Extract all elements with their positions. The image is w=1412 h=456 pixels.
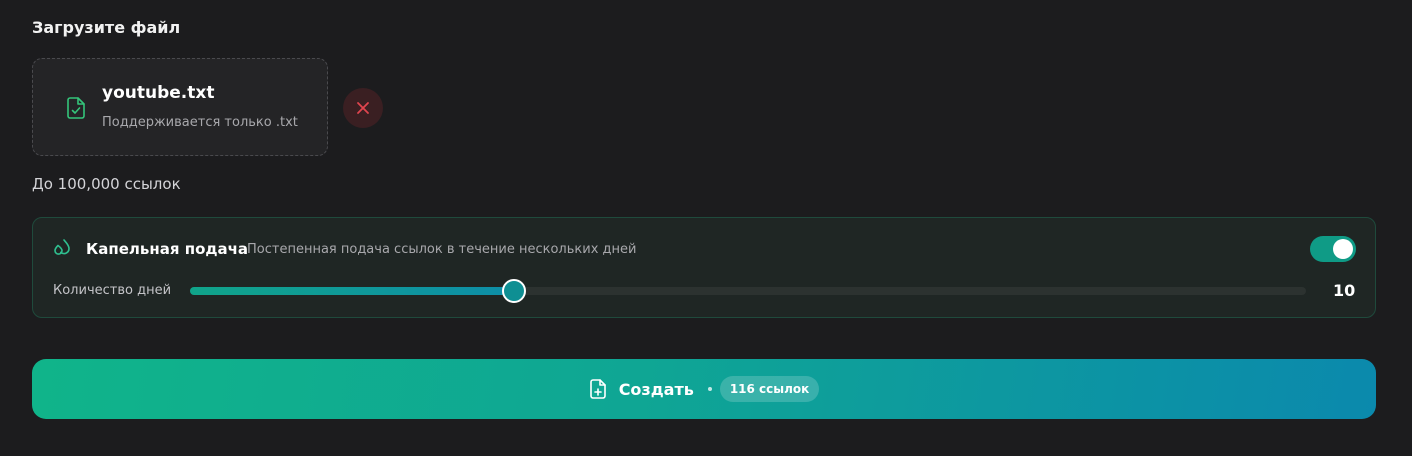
file-plus-icon bbox=[589, 379, 606, 399]
file-check-icon bbox=[67, 97, 85, 119]
days-label: Количество дней bbox=[53, 283, 172, 298]
page: Загрузите файл youtube.txt Поддерживаетс… bbox=[0, 0, 1412, 456]
drip-feed-description: Постепенная подача ссылок в течение неск… bbox=[247, 242, 637, 257]
file-format-hint: Поддерживается только .txt bbox=[102, 115, 298, 130]
close-icon bbox=[357, 102, 369, 114]
days-slider-fill bbox=[190, 287, 514, 295]
days-value: 10 bbox=[1333, 281, 1356, 300]
separator-dot bbox=[707, 387, 712, 391]
drip-feed-title: Капельная подача bbox=[86, 240, 249, 258]
days-slider-thumb[interactable] bbox=[501, 279, 526, 303]
days-slider[interactable] bbox=[190, 279, 1306, 303]
droplets-icon bbox=[54, 239, 70, 255]
link-count-badge: 116 ссылок bbox=[719, 376, 820, 402]
remove-file-button[interactable] bbox=[343, 88, 383, 128]
file-name: youtube.txt bbox=[102, 83, 215, 103]
drip-feed-toggle[interactable] bbox=[1310, 236, 1356, 262]
file-dropzone[interactable]: youtube.txt Поддерживается только .txt bbox=[32, 58, 328, 156]
upload-section-title: Загрузите файл bbox=[32, 18, 181, 37]
create-button[interactable]: Создать 116 ссылок bbox=[32, 359, 1376, 419]
drip-feed-card: Капельная подача Постепенная подача ссыл… bbox=[32, 217, 1376, 318]
create-button-label: Создать bbox=[618, 379, 694, 399]
link-limit-text: До 100,000 ссылок bbox=[32, 175, 181, 193]
toggle-knob bbox=[1333, 239, 1353, 259]
